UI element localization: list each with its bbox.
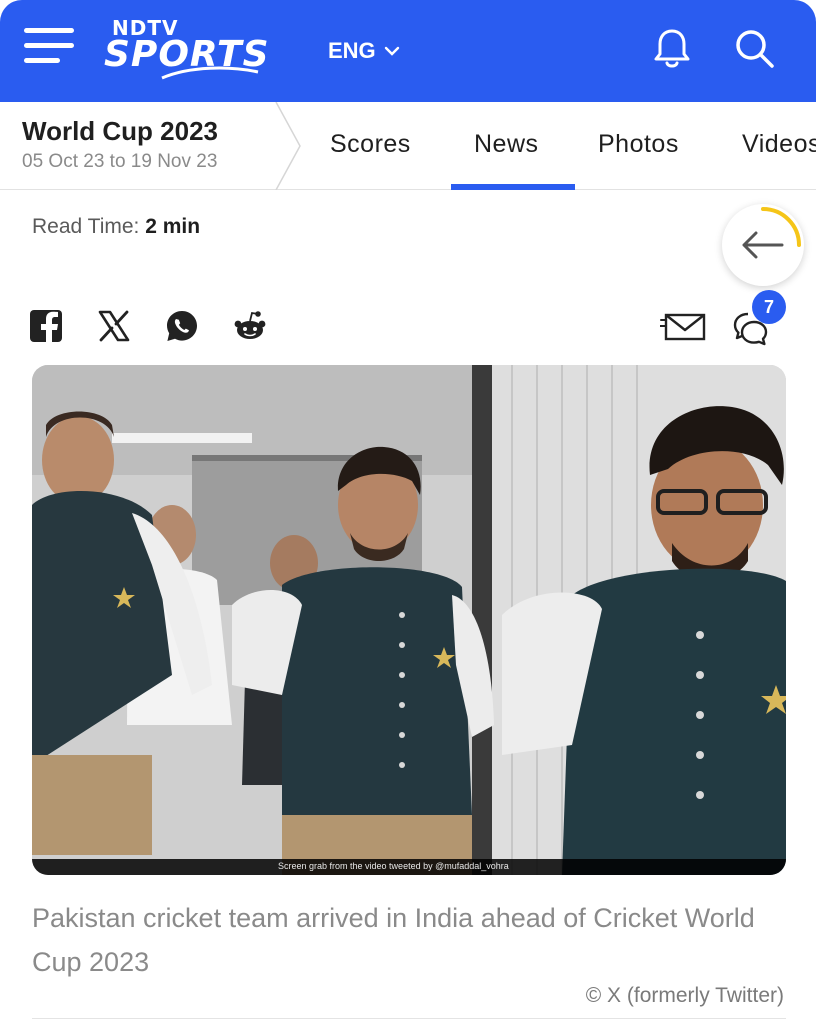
chevron-down-icon	[384, 46, 399, 56]
series-info[interactable]: World Cup 2023 05 Oct 23 to 19 Nov 23	[22, 116, 218, 173]
read-time-value: 2 min	[145, 215, 201, 238]
image-overlay-strip: Screen grab from the video tweeted by @m…	[32, 859, 786, 875]
language-selector[interactable]: ENG	[328, 38, 400, 64]
top-header: NDTV SPORTS ENG	[0, 0, 816, 102]
tab-scores[interactable]: Scores	[330, 130, 411, 159]
mail-icon[interactable]	[659, 308, 708, 344]
active-tab-indicator	[451, 184, 575, 190]
x-icon[interactable]	[96, 308, 132, 344]
comment-count-badge: 7	[752, 290, 786, 324]
article-image[interactable]: Screen grab from the video tweeted by @m…	[32, 365, 786, 875]
notification-bell-icon[interactable]	[650, 26, 694, 70]
search-icon[interactable]	[732, 26, 776, 70]
back-button[interactable]	[722, 204, 804, 286]
whatsapp-icon[interactable]	[164, 308, 200, 344]
divider	[32, 1018, 786, 1019]
arrow-left-icon	[742, 231, 784, 259]
read-time-label: Read Time:	[32, 215, 140, 238]
facebook-icon[interactable]	[28, 308, 64, 344]
tab-news[interactable]: News	[474, 130, 539, 159]
logo-swoosh	[161, 66, 259, 80]
nav-separator-icon	[275, 102, 301, 190]
language-label: ENG	[328, 38, 376, 63]
tab-videos[interactable]: Videos	[742, 130, 816, 159]
image-credit: © X (formerly Twitter)	[585, 984, 784, 1007]
image-caption: Pakistan cricket team arrived in India a…	[32, 903, 755, 977]
image-overlay-text: Screen grab from the video tweeted by @m…	[278, 861, 509, 871]
read-time: Read Time: 2 min	[32, 215, 200, 239]
ndtv-sports-logo[interactable]: NDTV SPORTS	[104, 16, 318, 84]
series-nav: World Cup 2023 05 Oct 23 to 19 Nov 23 Sc…	[0, 102, 816, 190]
tab-photos[interactable]: Photos	[598, 130, 679, 159]
series-title: World Cup 2023	[22, 116, 219, 146]
menu-icon[interactable]	[24, 26, 76, 66]
series-dates: 05 Oct 23 to 19 Nov 23	[22, 151, 218, 172]
reddit-icon[interactable]	[232, 308, 268, 344]
